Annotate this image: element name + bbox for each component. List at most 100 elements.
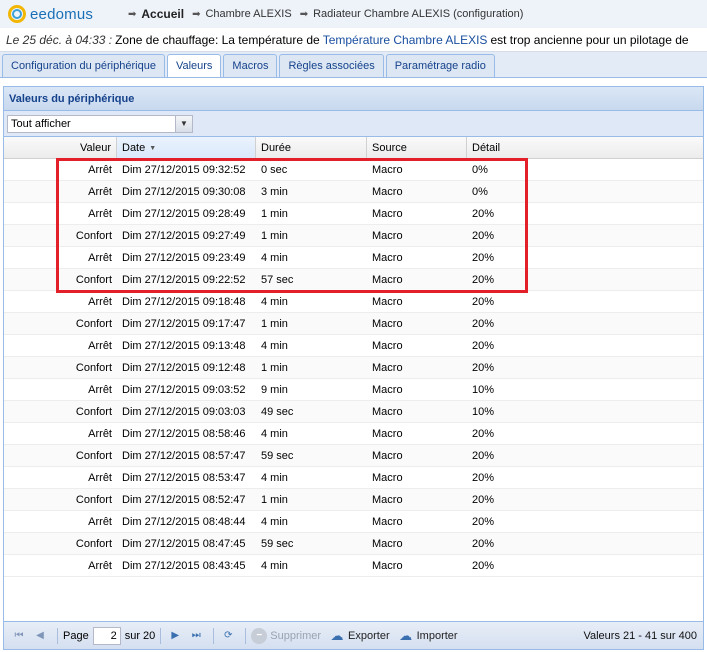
cell-valeur: Confort: [75, 406, 112, 418]
table-row[interactable]: Arrêt Dim 27/12/2015 09:30:08 3 min Macro 0%: [4, 181, 703, 203]
cell-date: Dim 27/12/2015 08:47:45: [122, 538, 246, 550]
cell-duree: 57 sec: [261, 274, 294, 286]
cell-source: Macro: [372, 318, 403, 330]
cell-duree: 1 min: [261, 230, 288, 242]
previous-page-icon[interactable]: ◀: [31, 627, 49, 645]
table-row[interactable]: Confort Dim 27/12/2015 08:47:45 59 sec Macr…: [4, 533, 703, 555]
tab-radio[interactable]: Paramétrage radio: [385, 54, 495, 77]
cell-valeur: Confort: [75, 318, 112, 330]
arrow-right-icon: ➡: [128, 8, 137, 20]
refresh-icon[interactable]: ⟳: [219, 627, 237, 645]
breadcrumb-device[interactable]: ➡ Radiateur Chambre ALEXIS (configuratio…: [292, 8, 524, 20]
table-row[interactable]: Confort Dim 27/12/2015 09:12:48 1 min Macro…: [4, 357, 703, 379]
chevron-down-icon[interactable]: ▼: [175, 115, 192, 132]
cell-duree: 4 min: [261, 428, 288, 440]
table-row[interactable]: Arrêt Dim 27/12/2015 08:53:47 4 min Macro 20…: [4, 467, 703, 489]
column-header-detail[interactable]: Détail: [467, 137, 703, 159]
tab-valeurs[interactable]: Valeurs: [166, 54, 222, 77]
column-header-valeur[interactable]: Valeur: [4, 137, 117, 159]
table-row[interactable]: Arrêt Dim 27/12/2015 09:18:48 4 min Macro 20…: [4, 291, 703, 313]
table-row[interactable]: Arrêt Dim 27/12/2015 08:43:45 4 min Macro 20…: [4, 555, 703, 577]
cell-detail: 20%: [472, 362, 495, 374]
first-page-icon[interactable]: ⏮: [10, 627, 28, 645]
cell-valeur: Arrêt: [88, 296, 112, 308]
next-page-icon[interactable]: ▶: [166, 627, 184, 645]
column-header-source[interactable]: Source: [367, 137, 467, 159]
tab-macros[interactable]: Macros: [223, 54, 278, 77]
cell-source: Macro: [372, 538, 403, 550]
cell-detail: 20%: [472, 340, 495, 352]
cell-date: Dim 27/12/2015 08:53:47: [122, 472, 246, 484]
tab-regles[interactable]: Règles associées: [279, 54, 384, 77]
delete-button[interactable]: − Supprimer: [251, 627, 321, 644]
cell-date: Dim 27/12/2015 08:57:47: [122, 450, 246, 462]
notification-link[interactable]: Température Chambre ALEXIS: [323, 33, 488, 47]
cell-detail: 20%: [472, 516, 495, 528]
import-button[interactable]: ☁ Importer: [398, 627, 457, 644]
table-row[interactable]: Confort Dim 27/12/2015 08:57:47 59 sec Macr…: [4, 445, 703, 467]
cell-date: Dim 27/12/2015 09:22:52: [122, 274, 246, 286]
table-row[interactable]: Confort Dim 27/12/2015 09:17:47 1 min Macro…: [4, 313, 703, 335]
cell-detail: 20%: [472, 428, 495, 440]
cell-valeur: Confort: [75, 362, 112, 374]
table-row[interactable]: Confort Dim 27/12/2015 08:52:47 1 min Macro…: [4, 489, 703, 511]
breadcrumb-room[interactable]: ➡ Chambre ALEXIS: [184, 8, 292, 20]
cell-source: Macro: [372, 384, 403, 396]
app-header: eedomus ➡ Accueil ➡ Chambre ALEXIS ➡ Rad…: [0, 0, 707, 28]
cell-duree: 3 min: [261, 186, 288, 198]
last-page-icon[interactable]: ⏭: [187, 627, 205, 645]
cell-valeur: Arrêt: [88, 472, 112, 484]
cell-date: Dim 27/12/2015 09:27:49: [122, 230, 246, 242]
cell-valeur: Arrêt: [88, 252, 112, 264]
cell-valeur: Arrêt: [88, 208, 112, 220]
table-row[interactable]: Arrêt Dim 27/12/2015 08:48:44 4 min Macro 20…: [4, 511, 703, 533]
cell-detail: 20%: [472, 318, 495, 330]
cell-date: Dim 27/12/2015 09:28:49: [122, 208, 246, 220]
table-row[interactable]: Confort Dim 27/12/2015 09:27:49 1 min Macro…: [4, 225, 703, 247]
cell-valeur: Arrêt: [88, 516, 112, 528]
cell-source: Macro: [372, 494, 403, 506]
cell-date: Dim 27/12/2015 08:43:45: [122, 560, 246, 572]
cell-duree: 4 min: [261, 560, 288, 572]
column-header-date[interactable]: Date ▼: [117, 137, 256, 159]
cell-duree: 1 min: [261, 318, 288, 330]
cell-duree: 59 sec: [261, 538, 294, 550]
cell-source: Macro: [372, 186, 403, 198]
cell-date: Dim 27/12/2015 09:30:08: [122, 186, 246, 198]
cell-duree: 1 min: [261, 208, 288, 220]
cloud-download-icon: ☁: [399, 627, 413, 643]
eedomus-logo[interactable]: eedomus: [8, 5, 120, 23]
sort-descending-icon: ▼: [149, 144, 157, 152]
cell-valeur: Arrêt: [88, 428, 112, 440]
export-button[interactable]: ☁ Exporter: [329, 628, 390, 644]
paging-toolbar: ⏮ ◀ Page sur 20 ▶ ⏭ ⟳ − Supprimer ☁ Expo…: [4, 621, 703, 649]
cell-date: Dim 27/12/2015 09:12:48: [122, 362, 246, 374]
cell-detail: 0%: [472, 186, 488, 198]
filter-select[interactable]: Tout afficher ▼: [7, 114, 193, 133]
cell-source: Macro: [372, 208, 403, 220]
cell-source: Macro: [372, 296, 403, 308]
table-row[interactable]: Confort Dim 27/12/2015 09:22:52 57 sec Macr…: [4, 269, 703, 291]
table-row[interactable]: Confort Dim 27/12/2015 09:03:03 49 sec Macr…: [4, 401, 703, 423]
panel-title: Valeurs du périphérique: [4, 87, 703, 111]
column-header-duree[interactable]: Durée: [256, 137, 367, 159]
table-row[interactable]: Arrêt Dim 27/12/2015 09:23:49 4 min Macro 20…: [4, 247, 703, 269]
cell-detail: 20%: [472, 560, 495, 572]
tab-configuration[interactable]: Configuration du périphérique: [2, 54, 165, 77]
breadcrumb-home[interactable]: ➡ Accueil: [120, 7, 184, 21]
table-row[interactable]: Arrêt Dim 27/12/2015 09:13:48 4 min Macro 20…: [4, 335, 703, 357]
table-row[interactable]: Arrêt Dim 27/12/2015 09:03:52 9 min Macro 10…: [4, 379, 703, 401]
page-number-input[interactable]: [92, 626, 121, 645]
cell-detail: 10%: [472, 384, 495, 396]
table-row[interactable]: Arrêt Dim 27/12/2015 09:28:49 1 min Macro 20…: [4, 203, 703, 225]
notification-text: Zone de chauffage: La température de: [115, 32, 320, 47]
cell-duree: 9 min: [261, 384, 288, 396]
cell-valeur: Arrêt: [88, 186, 112, 198]
table-row[interactable]: Arrêt Dim 27/12/2015 09:32:52 0 sec Macro 0%: [4, 159, 703, 181]
cell-source: Macro: [372, 560, 403, 572]
notification-date: Le 25 déc. à 04:33 :: [6, 32, 113, 47]
grid-header: Valeur Date ▼ Durée Source Détail: [4, 137, 703, 159]
cell-valeur: Confort: [75, 538, 112, 550]
table-row[interactable]: Arrêt Dim 27/12/2015 08:58:46 4 min Macro 20…: [4, 423, 703, 445]
cell-source: Macro: [372, 230, 403, 242]
